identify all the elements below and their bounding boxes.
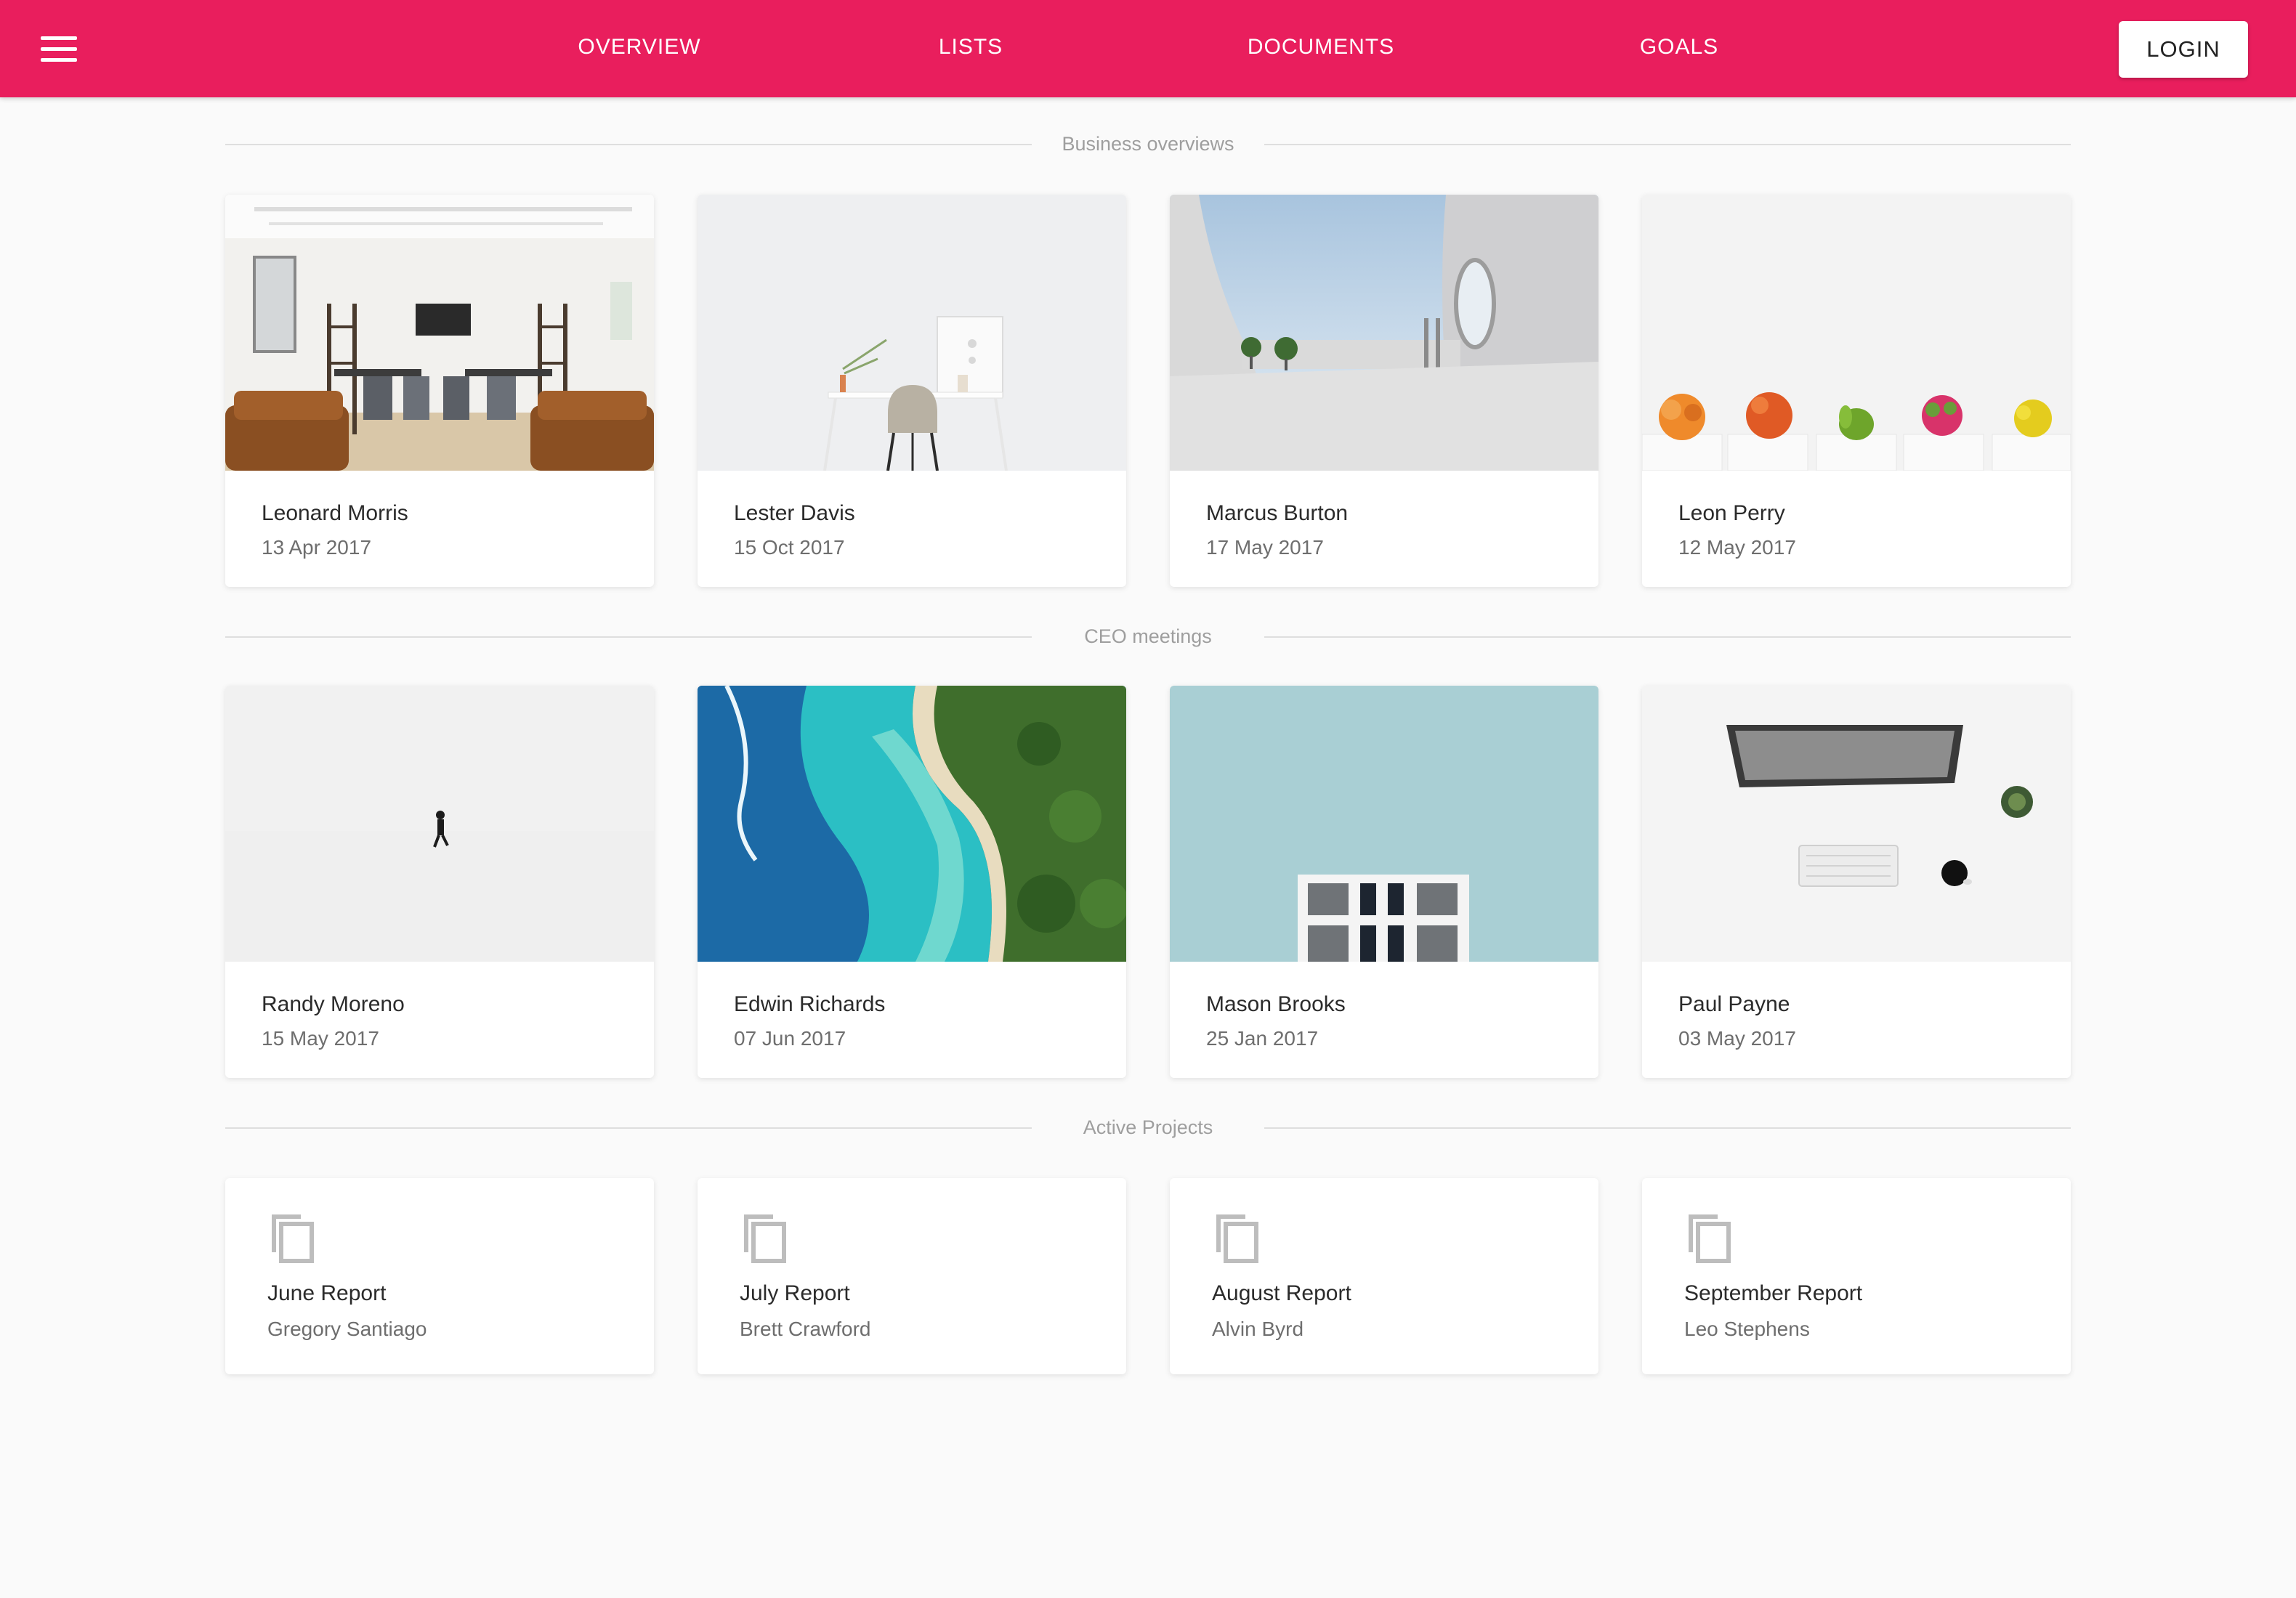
project-card[interactable]: June Report Gregory Santiago (225, 1178, 654, 1374)
card-image-cacti (1642, 195, 2071, 471)
login-button[interactable]: LOGIN (2119, 21, 2248, 78)
divider-line (1264, 636, 2071, 638)
divider-line (225, 636, 1032, 638)
meeting-card[interactable]: Paul Payne 03 May 2017 (1642, 686, 2071, 1078)
card-date: 07 Jun 2017 (734, 1027, 846, 1050)
card-date: 03 May 2017 (1678, 1027, 1796, 1050)
section-title: Business overviews (1062, 133, 1234, 155)
overview-card[interactable]: Leonard Morris 13 Apr 2017 (225, 195, 654, 587)
project-owner: Alvin Byrd (1212, 1318, 1304, 1340)
card-date: 25 Jan 2017 (1206, 1027, 1319, 1050)
section-divider-projects: Active Projects (225, 1113, 2071, 1142)
section-divider-ceo: CEO meetings (225, 622, 2071, 651)
section-title: Active Projects (1083, 1116, 1213, 1138)
main-nav: OVERVIEW LISTS DOCUMENTS GOALS (0, 0, 2296, 97)
card-title: Leon Perry (1678, 501, 1785, 525)
card-image-aerial-beach (698, 686, 1126, 962)
document-copy-icon (272, 1214, 314, 1263)
project-card[interactable]: September Report Leo Stephens (1642, 1178, 2071, 1374)
card-title: Paul Payne (1678, 992, 1790, 1016)
card-image-desk (698, 195, 1126, 471)
card-image-snow-walker (225, 686, 654, 962)
project-owner: Brett Crawford (740, 1318, 871, 1340)
card-title: Leonard Morris (262, 501, 408, 525)
project-card[interactable]: August Report Alvin Byrd (1170, 1178, 1598, 1374)
meeting-card[interactable]: Mason Brooks 25 Jan 2017 (1170, 686, 1598, 1078)
card-title: Lester Davis (734, 501, 855, 525)
project-title: September Report (1684, 1281, 1863, 1305)
overview-card[interactable]: Marcus Burton 17 May 2017 (1170, 195, 1598, 587)
card-image-office (225, 195, 654, 471)
document-copy-icon (744, 1214, 786, 1263)
divider-line (1264, 144, 2071, 145)
top-app-bar: OVERVIEW LISTS DOCUMENTS GOALS LOGIN (0, 0, 2296, 97)
section-title: CEO meetings (1084, 625, 1212, 647)
meeting-card[interactable]: Randy Moreno 15 May 2017 (225, 686, 654, 1078)
overview-card[interactable]: Lester Davis 15 Oct 2017 (698, 195, 1126, 587)
document-copy-icon (1216, 1214, 1258, 1263)
card-title: Mason Brooks (1206, 992, 1346, 1016)
card-title: Marcus Burton (1206, 501, 1349, 525)
section-divider-business: Business overviews (225, 129, 2071, 158)
project-owner: Leo Stephens (1684, 1318, 1810, 1340)
project-title: July Report (740, 1281, 850, 1305)
nav-overview[interactable]: OVERVIEW (559, 0, 719, 97)
project-title: August Report (1212, 1281, 1351, 1305)
card-image-architecture (1170, 195, 1598, 471)
project-card[interactable]: July Report Brett Crawford (698, 1178, 1126, 1374)
nav-goals[interactable]: GOALS (1603, 0, 1755, 97)
divider-line (225, 144, 1032, 145)
divider-line (1264, 1127, 2071, 1129)
card-title: Edwin Richards (734, 992, 886, 1016)
project-owner: Gregory Santiago (267, 1318, 427, 1340)
card-date: 12 May 2017 (1678, 536, 1796, 559)
card-title: Randy Moreno (262, 992, 405, 1016)
card-image-building (1170, 686, 1598, 962)
meeting-card[interactable]: Edwin Richards 07 Jun 2017 (698, 686, 1126, 1078)
overview-card[interactable]: Leon Perry 12 May 2017 (1642, 195, 2071, 587)
card-date: 15 Oct 2017 (734, 536, 845, 559)
project-title: June Report (267, 1281, 387, 1305)
nav-documents[interactable]: DOCUMENTS (1228, 0, 1414, 97)
card-date: 13 Apr 2017 (262, 536, 372, 559)
card-date: 17 May 2017 (1206, 536, 1324, 559)
nav-lists[interactable]: LISTS (898, 0, 1043, 97)
document-copy-icon (1689, 1214, 1731, 1263)
card-date: 15 May 2017 (262, 1027, 379, 1050)
card-image-workspace (1642, 686, 2071, 962)
divider-line (225, 1127, 1032, 1129)
